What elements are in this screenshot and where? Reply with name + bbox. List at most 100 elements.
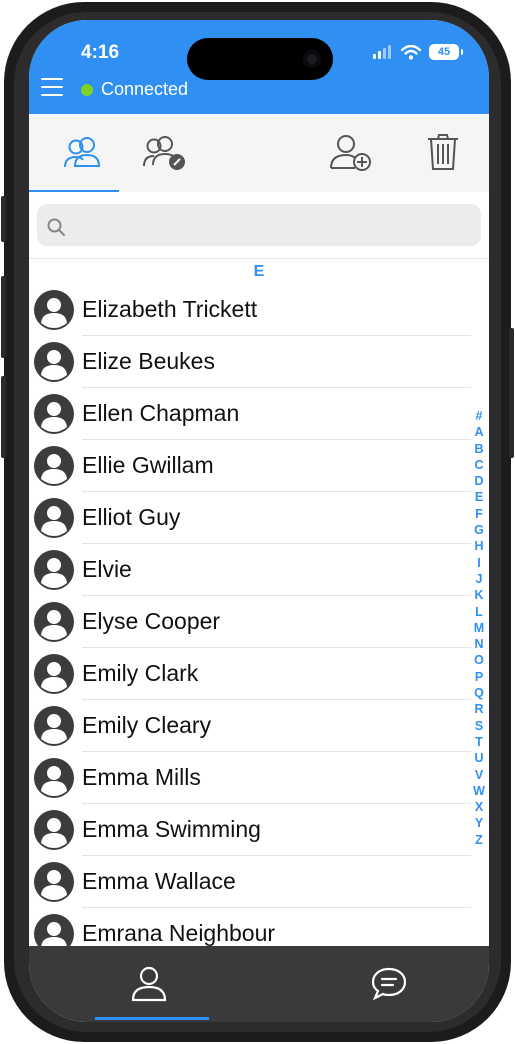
contact-row[interactable]: Emma Swimming bbox=[29, 804, 489, 856]
search-bar bbox=[29, 192, 489, 259]
connection-status: Connected bbox=[81, 79, 188, 100]
contact-row[interactable]: Elyse Cooper bbox=[29, 596, 489, 648]
contact-row[interactable]: Elize Beukes bbox=[29, 336, 489, 388]
contact-name: Emma Mills bbox=[82, 764, 201, 790]
index-letter[interactable]: B bbox=[474, 441, 483, 457]
chat-bubble-icon bbox=[371, 967, 407, 1001]
index-letter[interactable]: W bbox=[473, 783, 485, 799]
index-letter[interactable]: S bbox=[475, 718, 483, 734]
volume-down-button bbox=[1, 376, 6, 458]
search-input[interactable] bbox=[37, 204, 481, 246]
toolbar bbox=[29, 114, 489, 193]
power-button bbox=[509, 328, 514, 458]
avatar-icon bbox=[34, 394, 74, 434]
contact-name: Emily Cleary bbox=[82, 712, 212, 738]
contact-row[interactable]: Elvie bbox=[29, 544, 489, 596]
camera-icon bbox=[303, 50, 321, 68]
contact-row[interactable]: Emma Mills bbox=[29, 752, 489, 804]
index-letter[interactable]: C bbox=[474, 457, 483, 473]
index-letter[interactable]: N bbox=[474, 636, 483, 652]
avatar-icon bbox=[34, 706, 74, 746]
index-letter[interactable]: E bbox=[475, 489, 483, 505]
delete-button[interactable] bbox=[415, 126, 471, 178]
avatar-icon bbox=[34, 758, 74, 798]
alphabet-index[interactable]: # A B C D E F G H I J K L M N O P Q R S T U V W X Y Z bbox=[471, 408, 487, 848]
contact-row[interactable]: Emily Cleary bbox=[29, 700, 489, 752]
screen: 4:16 45 Connected E Elizabeth Trickett E… bbox=[29, 20, 489, 1022]
contact-row[interactable]: Ellen Chapman bbox=[29, 388, 489, 440]
index-letter[interactable]: M bbox=[474, 620, 484, 636]
dynamic-island bbox=[187, 38, 333, 80]
avatar-icon bbox=[34, 342, 74, 382]
contacts-icon bbox=[64, 137, 101, 168]
contact-row[interactable]: Elliot Guy bbox=[29, 492, 489, 544]
index-letter[interactable]: L bbox=[475, 604, 483, 620]
section-header: E bbox=[253, 263, 265, 280]
signal-icon bbox=[373, 45, 391, 59]
index-letter[interactable]: # bbox=[476, 408, 483, 424]
contact-row[interactable]: Emma Wallace bbox=[29, 856, 489, 908]
index-letter[interactable]: V bbox=[475, 767, 483, 783]
nav-chats-button[interactable] bbox=[365, 960, 413, 1008]
contacts-phone-icon bbox=[143, 136, 185, 170]
person-icon bbox=[131, 966, 167, 1002]
index-letter[interactable]: R bbox=[474, 701, 483, 717]
status-icons: 45 bbox=[373, 44, 463, 60]
avatar-icon bbox=[34, 498, 74, 538]
contact-name: Elliot Guy bbox=[82, 504, 181, 530]
index-letter[interactable]: A bbox=[474, 424, 483, 440]
contact-row[interactable]: Emily Clark bbox=[29, 648, 489, 700]
volume-up-button bbox=[1, 276, 6, 358]
index-letter[interactable]: G bbox=[474, 522, 484, 538]
contact-list: Elizabeth Trickett Elize Beukes Ellen Chap… bbox=[29, 284, 489, 960]
contact-name: Emma Swimming bbox=[82, 816, 261, 842]
wifi-icon bbox=[401, 44, 421, 60]
index-letter[interactable]: F bbox=[475, 506, 483, 522]
contact-name: Elize Beukes bbox=[82, 348, 215, 374]
contact-name: Elyse Cooper bbox=[82, 608, 221, 634]
contacts-calls-tab[interactable] bbox=[137, 126, 193, 178]
contact-row[interactable]: Ellie Gwillam bbox=[29, 440, 489, 492]
avatar-icon bbox=[34, 602, 74, 642]
add-contact-button[interactable] bbox=[323, 126, 379, 178]
index-letter[interactable]: I bbox=[477, 555, 480, 571]
avatar-icon bbox=[34, 290, 74, 330]
contact-name: Emma Wallace bbox=[82, 868, 236, 894]
connection-status-label: Connected bbox=[101, 79, 189, 99]
avatar-icon bbox=[34, 654, 74, 694]
index-letter[interactable]: Q bbox=[474, 685, 484, 701]
trash-icon bbox=[428, 134, 458, 170]
add-user-icon bbox=[330, 135, 371, 171]
active-nav-indicator bbox=[95, 1017, 209, 1020]
avatar-icon bbox=[34, 810, 74, 850]
header-bar: 4:16 45 Connected bbox=[29, 20, 489, 114]
contact-name: Emily Clark bbox=[82, 660, 199, 686]
contacts-tab[interactable] bbox=[55, 126, 111, 178]
index-letter[interactable]: Y bbox=[475, 815, 483, 831]
battery-level: 45 bbox=[437, 46, 451, 58]
avatar-icon bbox=[34, 446, 74, 486]
avatar-icon bbox=[34, 862, 74, 902]
contact-name: Ellen Chapman bbox=[82, 400, 240, 426]
index-letter[interactable]: K bbox=[474, 587, 483, 603]
index-letter[interactable]: Z bbox=[475, 832, 483, 848]
contact-name: Elizabeth Trickett bbox=[82, 296, 258, 322]
nav-contacts-button[interactable] bbox=[125, 960, 173, 1008]
index-letter[interactable]: H bbox=[474, 538, 483, 554]
index-letter[interactable]: J bbox=[476, 571, 483, 587]
index-letter[interactable]: D bbox=[474, 473, 483, 489]
avatar-icon bbox=[34, 550, 74, 590]
index-letter[interactable]: X bbox=[475, 799, 483, 815]
index-letter[interactable]: O bbox=[474, 652, 484, 668]
bottom-nav bbox=[29, 946, 489, 1022]
status-time: 4:16 bbox=[81, 42, 120, 63]
contact-name: Emrana Neighbour bbox=[82, 920, 276, 946]
index-letter[interactable]: U bbox=[474, 750, 483, 766]
contact-name: Ellie Gwillam bbox=[82, 452, 214, 478]
index-letter[interactable]: T bbox=[475, 734, 483, 750]
index-letter[interactable]: P bbox=[475, 669, 483, 685]
contact-row[interactable]: Elizabeth Trickett bbox=[29, 284, 489, 336]
battery-icon: 45 bbox=[429, 44, 463, 60]
menu-button[interactable] bbox=[41, 78, 63, 98]
contact-name: Elvie bbox=[82, 556, 132, 582]
